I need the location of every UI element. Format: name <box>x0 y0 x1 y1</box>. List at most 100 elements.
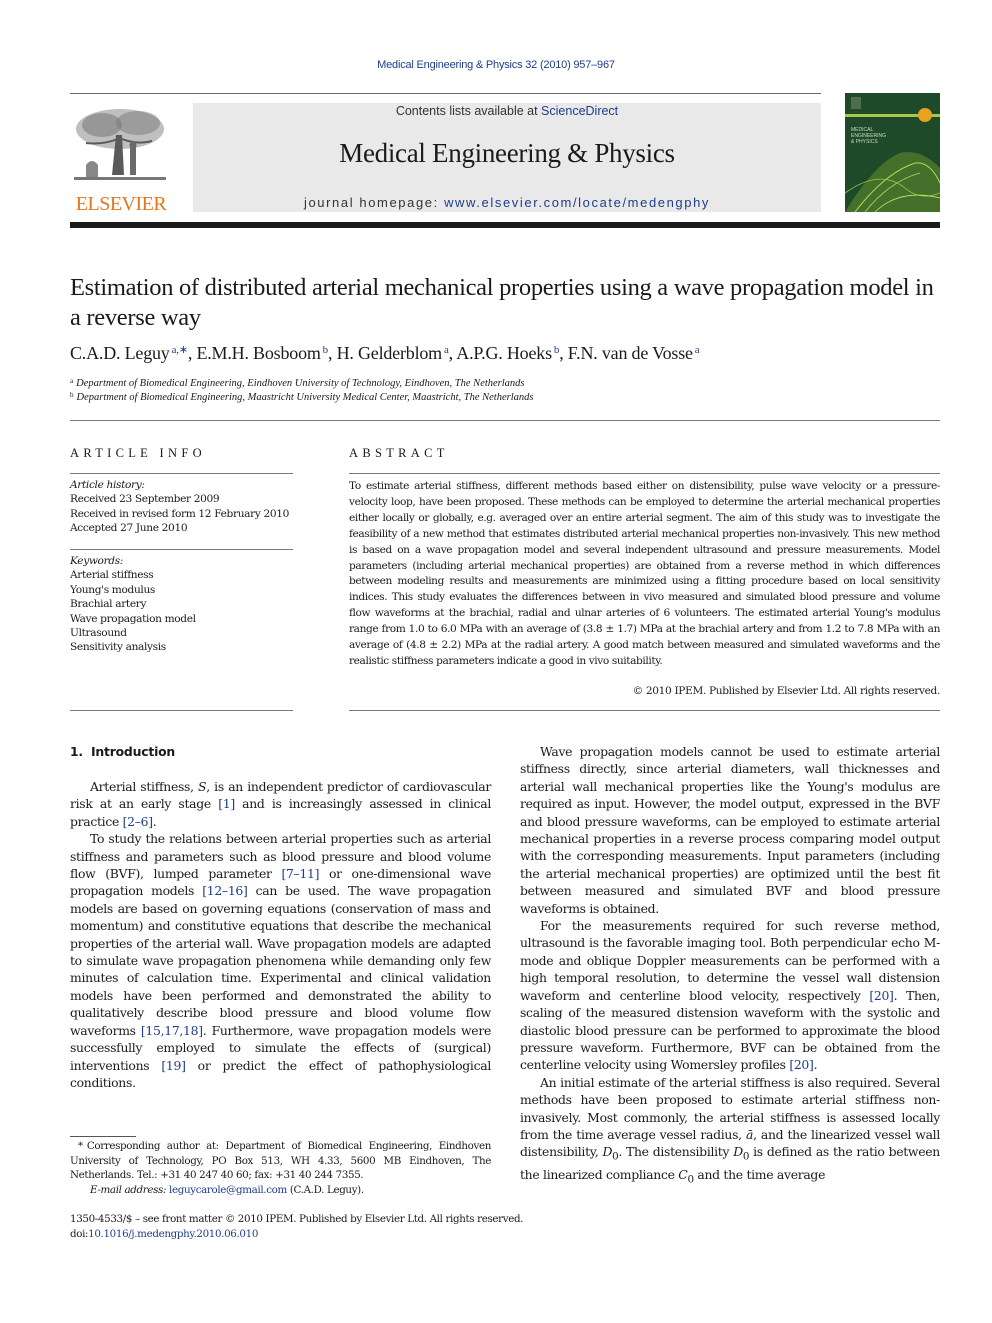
author[interactable]: A.P.G. Hoeks b <box>456 343 559 363</box>
journal-cover-image[interactable]: MEDICAL ENGINEERING & PHYSICS <box>845 93 940 212</box>
text-run: and the time average <box>693 1167 826 1183</box>
author-list: C.A.D. Leguy a,∗, E.M.H. Bosboom b, H. Gel… <box>70 343 700 363</box>
journal-homepage-line: journal homepage: www.elsevier.com/locat… <box>193 195 821 210</box>
abstract-copyright: © 2010 IPEM. Published by Elsevier Ltd. … <box>632 685 941 697</box>
paragraph: To study the relations between arterial … <box>70 830 491 1091</box>
journal-cover-art-icon: MEDICAL ENGINEERING & PHYSICS <box>845 93 940 212</box>
text-run: . <box>813 1057 818 1073</box>
article-history-label: Article history: <box>70 479 145 491</box>
citation-link[interactable]: [1] <box>218 796 235 811</box>
divider <box>70 710 293 711</box>
contents-line: Contents lists available at ScienceDirec… <box>193 104 821 118</box>
author-name: A.P.G. Hoeks <box>456 343 552 363</box>
affiliation-marker[interactable]: b <box>554 344 560 356</box>
article-title: Estimation of distributed arterial mecha… <box>70 274 934 331</box>
affiliation-text: Department of Biomedical Engineering, Ma… <box>76 392 534 403</box>
doi-link[interactable]: 10.1016/j.medengphy.2010.06.010 <box>88 1228 258 1240</box>
author-name: E.M.H. Bosboom <box>196 343 321 363</box>
text-run: . <box>152 813 157 829</box>
math-symbol: ā <box>745 1126 754 1142</box>
affiliation: a Department of Biomedical Engineering, E… <box>70 377 940 389</box>
section-title: Introduction <box>90 744 176 759</box>
author-name: F.N. van de Vosse <box>567 343 693 363</box>
paragraph: Wave propagation models cannot be used t… <box>520 743 940 917</box>
citation-link[interactable]: [15,17,18] <box>141 1023 203 1038</box>
affiliation-marker[interactable]: a <box>444 344 449 356</box>
affiliation-text: Department of Biomedical Engineering, Ei… <box>76 378 525 389</box>
header-divider <box>70 222 940 228</box>
tree-logo-icon <box>74 109 166 180</box>
cover-title-line: & PHYSICS <box>851 139 878 145</box>
paragraph: Arterial stiffness, S, is an independent… <box>70 778 491 830</box>
running-head[interactable]: Medical Engineering & Physics 32 (2010) … <box>0 59 992 71</box>
abstract-text: To estimate arterial stiffness, differen… <box>349 480 940 667</box>
email-owner: (C.A.D. Leguy). <box>286 1183 364 1196</box>
divider <box>70 93 821 94</box>
paragraph: For the measurements required for such r… <box>520 917 940 1074</box>
footnote-divider <box>70 1136 136 1137</box>
keyword: Arterial stiffness <box>70 569 154 582</box>
affiliation-marker[interactable]: a <box>695 344 700 356</box>
body-column-right: Wave propagation models cannot be used t… <box>520 743 940 1189</box>
elsevier-logo[interactable]: ELSEVIER <box>70 103 172 215</box>
author[interactable]: C.A.D. Leguy a,∗ <box>70 343 188 363</box>
text-run: Arterial stiffness, <box>90 779 199 794</box>
text-run: can be used. The wave propagation models… <box>70 883 491 1038</box>
affiliation-mark: a <box>70 377 74 385</box>
front-matter: 1350-4533/$ – see front matter © 2010 IP… <box>70 1212 570 1241</box>
history-entry: Received in revised form 12 February 201… <box>70 507 290 520</box>
article-info-heading: ARTICLE INFO <box>70 446 206 460</box>
citation-link[interactable]: [2–6] <box>123 814 153 829</box>
affiliation-marker[interactable]: b <box>323 344 329 356</box>
citation-link[interactable]: [7–11] <box>281 866 319 881</box>
citation-link[interactable]: [20] <box>789 1057 814 1072</box>
doi-label: doi: <box>70 1227 89 1240</box>
affiliation-mark: b <box>70 391 74 399</box>
keyword: Ultrasound <box>70 627 127 640</box>
author[interactable]: E.M.H. Bosboom b <box>196 343 328 363</box>
email-label: E-mail address: <box>90 1183 167 1196</box>
elsevier-wordmark: ELSEVIER <box>75 193 167 215</box>
footnote-text: Corresponding author at: Department of B… <box>70 1140 491 1181</box>
email-link[interactable]: leguycarole@gmail.com <box>169 1184 287 1196</box>
paragraph: An initial estimate of the arterial stif… <box>520 1074 940 1189</box>
divider <box>349 710 940 711</box>
math-symbol: D <box>602 1144 613 1160</box>
affiliation-marker[interactable]: a,∗ <box>172 344 188 356</box>
text-run: Wave propagation models cannot be used t… <box>520 744 940 916</box>
keyword: Young's modulus <box>70 583 156 596</box>
section-heading-introduction: 1. Introduction <box>70 744 175 759</box>
math-symbol: D <box>733 1144 743 1160</box>
body-column-left: Arterial stiffness, S, is an independent… <box>70 778 491 1091</box>
keyword: Brachial artery <box>70 598 147 611</box>
keyword: Sensitivity analysis <box>70 641 166 654</box>
sciencedirect-link[interactable]: ScienceDirect <box>541 104 618 118</box>
front-matter-line: 1350-4533/$ – see front matter © 2010 IP… <box>70 1213 524 1225</box>
abstract-heading: ABSTRACT <box>349 446 449 460</box>
history-entry: Received 23 September 2009 <box>70 493 220 506</box>
divider <box>349 473 940 474</box>
author[interactable]: F.N. van de Vosse a <box>568 343 700 363</box>
contents-prefix: Contents lists available at <box>395 104 542 118</box>
section-number: 1. <box>70 744 83 759</box>
author-name: C.A.D. Leguy <box>70 343 170 363</box>
homepage-label: journal homepage: <box>303 195 445 210</box>
text-run: . The distensibility <box>618 1144 734 1160</box>
author-name: H. Gelderblom <box>336 343 443 363</box>
article-history: Article history: Received 23 September 2… <box>70 478 300 536</box>
citation-link[interactable]: [20] <box>869 988 894 1003</box>
author[interactable]: H. Gelderblom a <box>337 343 449 363</box>
corresponding-author-footnote: * Corresponding author at: Department of … <box>70 1139 491 1197</box>
divider <box>70 549 293 550</box>
journal-homepage-link[interactable]: www.elsevier.com/locate/medengphy <box>444 195 710 210</box>
citation-link[interactable]: [19] <box>161 1058 186 1073</box>
divider <box>70 420 940 421</box>
divider <box>70 473 293 474</box>
citation-link[interactable]: [12–16] <box>202 883 248 898</box>
keywords: Keywords: Arterial stiffness Young's mod… <box>70 554 300 655</box>
footnote-marker: * <box>78 1140 83 1152</box>
keywords-label: Keywords: <box>70 555 124 567</box>
keyword: Wave propagation model <box>70 612 196 625</box>
history-entry: Accepted 27 June 2010 <box>70 522 188 535</box>
journal-title: Medical Engineering & Physics <box>339 138 675 168</box>
